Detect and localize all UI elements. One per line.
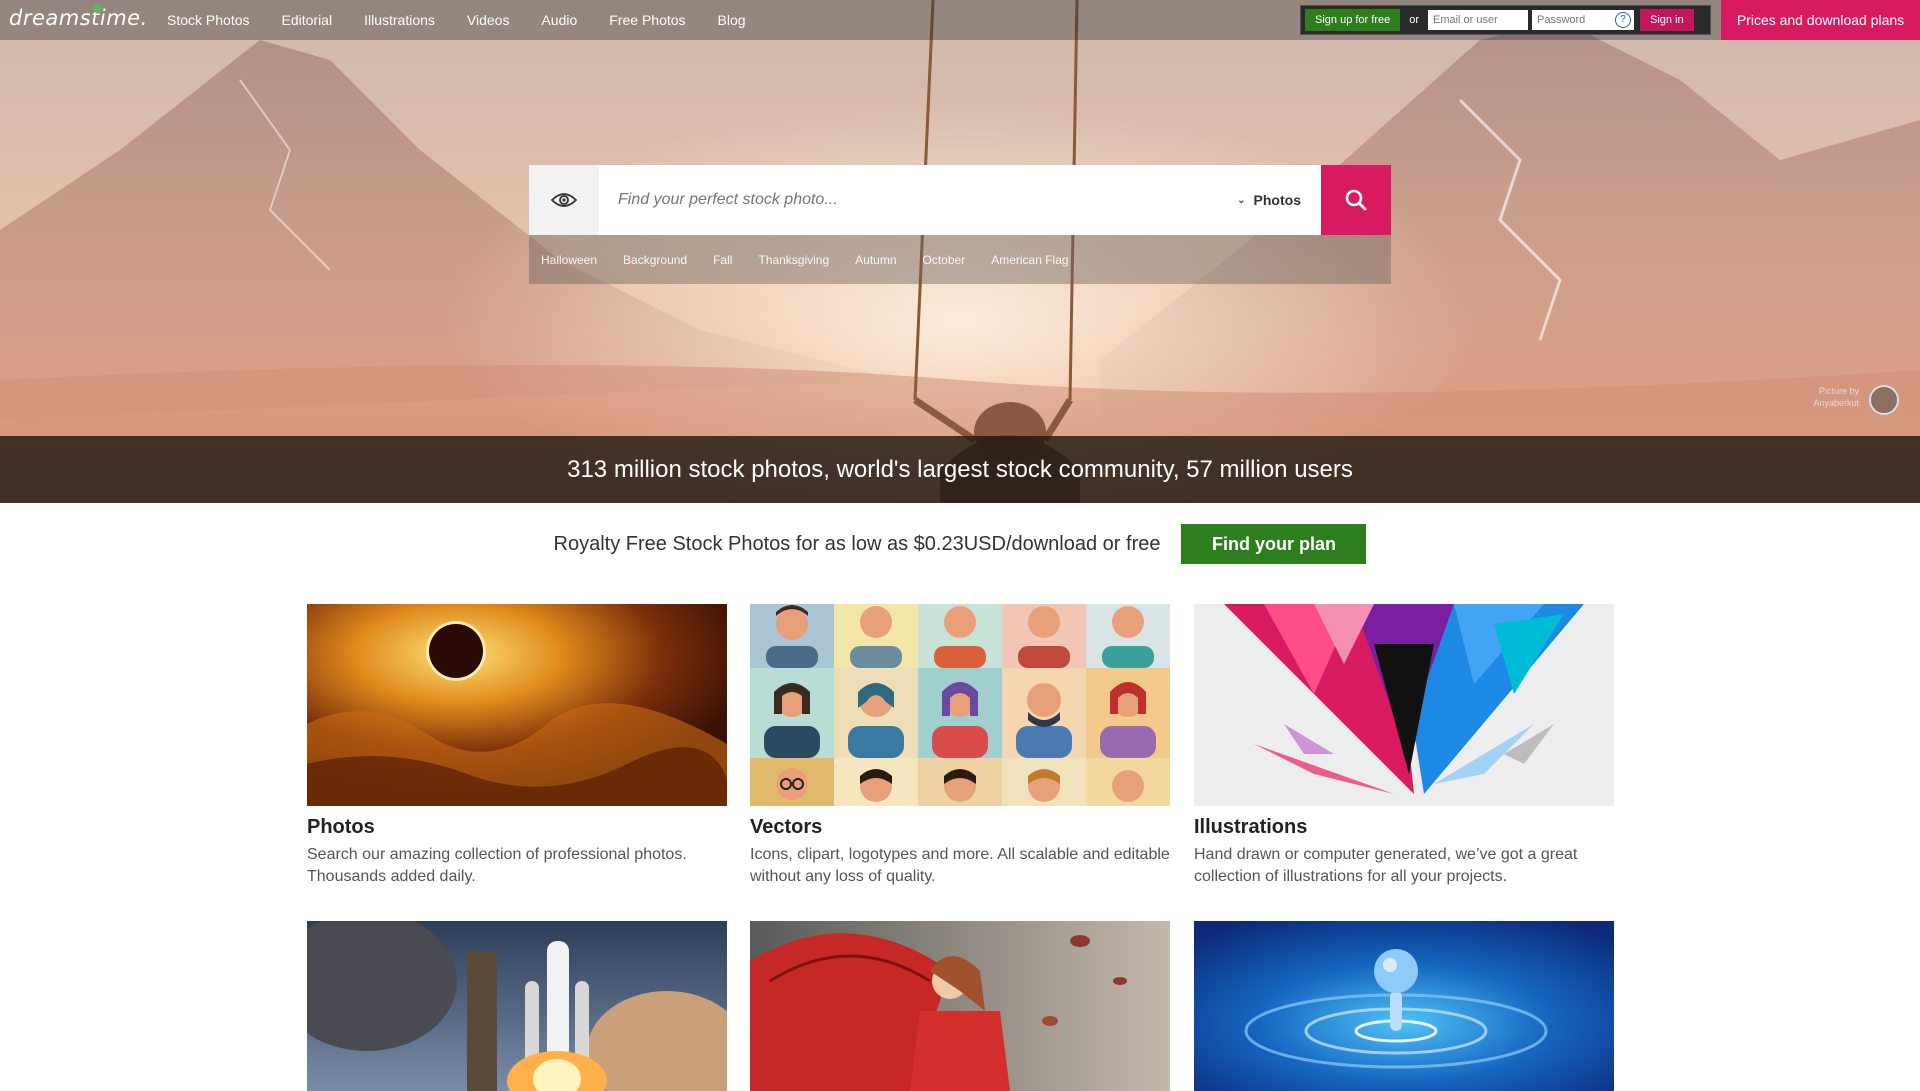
chevron-down-icon: ⌄ xyxy=(1237,194,1246,206)
card-title-vectors[interactable]: Vectors xyxy=(750,816,1170,839)
suggestion-october[interactable]: October xyxy=(923,253,966,267)
prices-plans-button[interactable]: Prices and download plans xyxy=(1721,0,1920,40)
stats-banner: 313 million stock photos, world's larges… xyxy=(0,436,1920,503)
search-type-label: Photos xyxy=(1253,192,1301,208)
nav-blog[interactable]: Blog xyxy=(718,12,746,28)
space-shuttle-thumbnail[interactable] xyxy=(307,921,727,1091)
card-title-illustrations[interactable]: Illustrations xyxy=(1194,816,1614,839)
polygon-diamond-image xyxy=(1194,604,1614,806)
umbrella-woman-image xyxy=(750,921,1170,1091)
card-desc-illustrations: Hand drawn or computer generated, we’ve … xyxy=(1194,846,1578,885)
signin-button[interactable]: Sign in xyxy=(1640,9,1694,31)
water-drop-thumbnail[interactable] xyxy=(1194,921,1614,1091)
promo-text: Royalty Free Stock Photos for as low as … xyxy=(553,532,1161,555)
logo-dot-icon xyxy=(93,4,102,13)
search-icon xyxy=(1345,189,1367,211)
top-navigation: dreamstime. Stock Photos Editorial Illus… xyxy=(0,0,1920,40)
search-button[interactable] xyxy=(1321,165,1391,235)
card-photos[interactable]: Photos Search our amazing collection of … xyxy=(307,604,727,888)
nav-audio[interactable]: Audio xyxy=(541,12,577,28)
card-title-photos[interactable]: Photos xyxy=(307,816,727,839)
water-drop-image xyxy=(1194,921,1614,1091)
avatars-grid-image xyxy=(750,604,1170,806)
dreamstime-logo[interactable]: dreamstime. xyxy=(9,6,148,30)
suggestion-american-flag[interactable]: American Flag xyxy=(991,253,1068,267)
help-icon[interactable]: ? xyxy=(1615,12,1631,28)
author-avatar[interactable] xyxy=(1869,385,1899,415)
card-illustrations[interactable]: Illustrations Hand drawn or computer gen… xyxy=(1194,604,1614,888)
signup-button[interactable]: Sign up for free xyxy=(1305,9,1401,31)
nav-videos[interactable]: Videos xyxy=(467,12,510,28)
search-bar: ⌄ Photos xyxy=(529,165,1391,235)
find-plan-button[interactable]: Find your plan xyxy=(1181,524,1367,564)
login-panel: Sign up for free or ? Sign in xyxy=(1300,5,1711,35)
nav-editorial[interactable]: Editorial xyxy=(282,12,333,28)
nav-stock-photos[interactable]: Stock Photos xyxy=(167,12,250,28)
password-field[interactable] xyxy=(1532,10,1612,30)
illustrations-thumbnail[interactable] xyxy=(1194,604,1614,806)
vectors-thumbnail[interactable] xyxy=(750,604,1170,806)
email-field[interactable] xyxy=(1428,10,1528,30)
suggestion-autumn[interactable]: Autumn xyxy=(855,253,896,267)
or-label: or xyxy=(1409,14,1419,26)
eye-icon[interactable] xyxy=(529,165,599,235)
search-input[interactable] xyxy=(599,165,1221,235)
card-desc-vectors: Icons, clipart, logotypes and more. All … xyxy=(750,846,1170,885)
main-nav: Stock Photos Editorial Illustrations Vid… xyxy=(167,0,778,40)
suggestion-halloween[interactable]: Halloween xyxy=(541,253,597,267)
suggestion-background[interactable]: Background xyxy=(623,253,687,267)
password-wrapper: ? xyxy=(1532,10,1634,30)
shuttle-launch-image xyxy=(307,921,727,1091)
photos-thumbnail[interactable] xyxy=(307,604,727,806)
search-suggestions: Halloween Background Fall Thanksgiving A… xyxy=(529,235,1391,284)
nav-illustrations[interactable]: Illustrations xyxy=(364,12,435,28)
suggestion-fall[interactable]: Fall xyxy=(713,253,732,267)
red-umbrella-thumbnail[interactable] xyxy=(750,921,1170,1091)
card-desc-photos: Search our amazing collection of profess… xyxy=(307,846,687,885)
eclipse-image xyxy=(307,604,727,806)
eye-icon-svg xyxy=(551,193,577,207)
promo-row: Royalty Free Stock Photos for as low as … xyxy=(0,524,1920,564)
picture-credit[interactable]: Picture by Anyaberkut xyxy=(1806,385,1859,409)
suggestion-thanksgiving[interactable]: Thanksgiving xyxy=(758,253,829,267)
search-type-dropdown[interactable]: ⌄ Photos xyxy=(1221,165,1321,235)
nav-free-photos[interactable]: Free Photos xyxy=(609,12,685,28)
card-vectors[interactable]: Vectors Icons, clipart, logotypes and mo… xyxy=(750,604,1170,888)
